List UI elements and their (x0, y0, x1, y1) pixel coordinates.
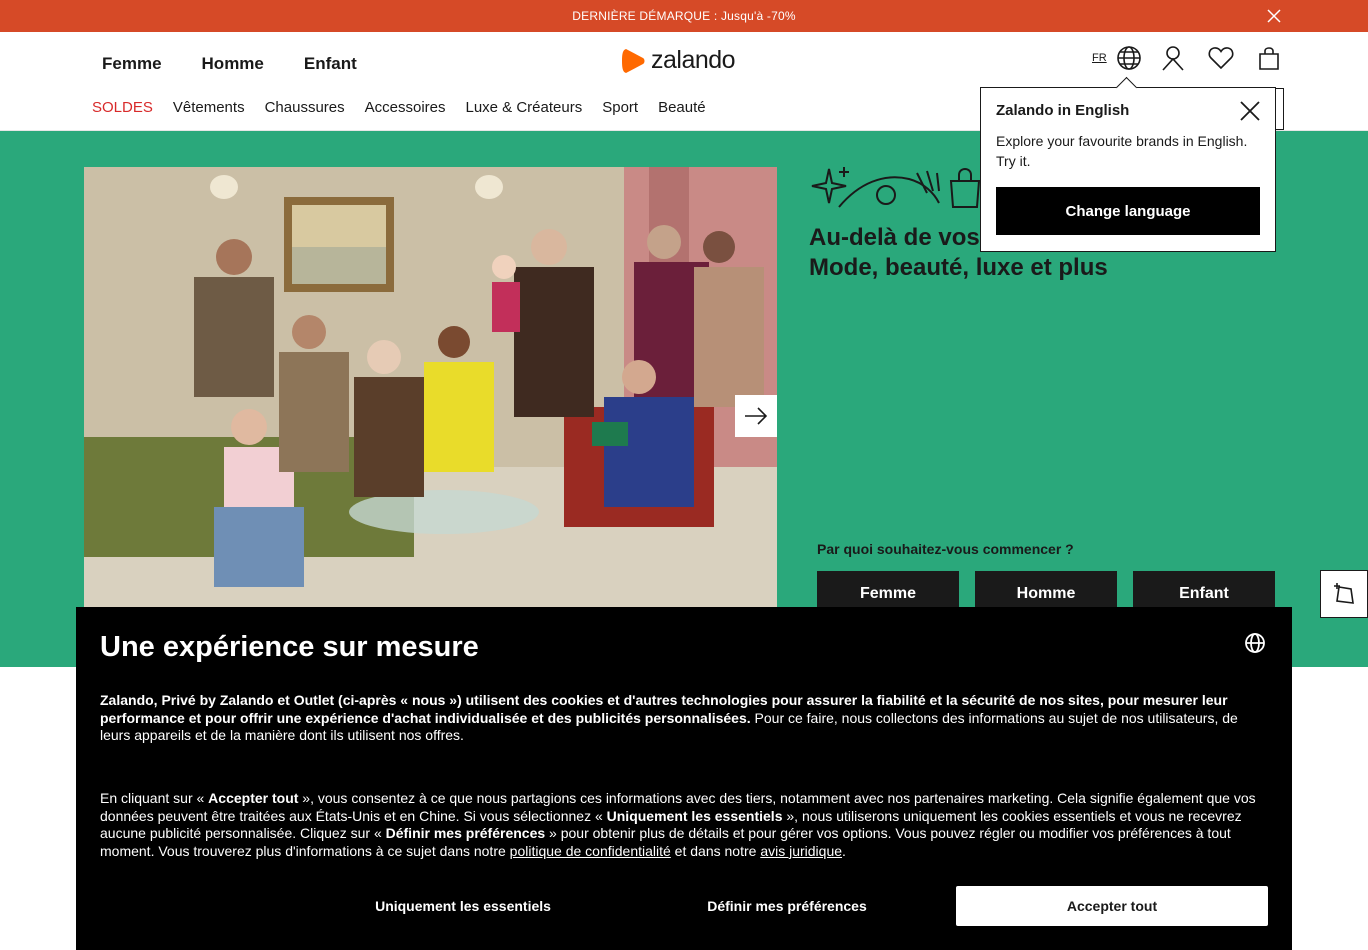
close-icon[interactable] (1266, 8, 1282, 24)
legal-notice-link[interactable]: avis juridique (760, 843, 842, 859)
category-chaussures[interactable]: Chaussures (265, 99, 345, 116)
hero-title-line2: Mode, beauté, luxe et plus (809, 254, 1108, 281)
cookie-text: et dans notre (670, 842, 761, 859)
category-accessoires[interactable]: Accessoires (365, 99, 446, 116)
privacy-policy-link[interactable]: politique de confidentialité (510, 843, 671, 859)
hero-image[interactable] (84, 167, 777, 607)
hero-decoration (809, 163, 989, 216)
gender-nav-enfant[interactable]: Enfant (304, 54, 357, 74)
cookie-details: En cliquant sur « Accepter tout », vous … (100, 790, 1266, 860)
zalando-logo-icon (622, 48, 645, 73)
start-question: Par quoi souhaitez-vous commencer ? (817, 541, 1074, 557)
category-beaute[interactable]: Beauté (658, 99, 706, 116)
carousel-next-button[interactable] (735, 395, 777, 437)
cookie-banner: Une expérience sur mesure Zalando, Privé… (76, 607, 1292, 950)
globe-icon[interactable] (1244, 632, 1266, 654)
essentials-only-button[interactable]: Uniquement les essentiels (308, 886, 618, 926)
cookie-bold: Uniquement les essentiels (606, 807, 783, 824)
side-widget-button[interactable] (1320, 570, 1368, 618)
set-preferences-button[interactable]: Définir mes préférences (632, 886, 942, 926)
sparkle-tag-icon (1334, 583, 1354, 604)
sparkle-icon (811, 167, 981, 208)
category-soldes[interactable]: SOLDES (92, 99, 153, 116)
gender-nav-homme[interactable]: Homme (202, 54, 264, 74)
heart-icon[interactable] (1207, 44, 1235, 72)
promo-banner[interactable]: DERNIÈRE DÉMARQUE : Jusqu'à -70% (0, 0, 1368, 32)
user-icon[interactable] (1159, 44, 1187, 72)
category-sport[interactable]: Sport (602, 99, 638, 116)
zalando-logo[interactable]: zalando (621, 46, 736, 75)
language-code[interactable]: FR (1092, 52, 1107, 64)
cookie-title: Une expérience sur mesure (100, 631, 479, 663)
arrow-right-icon (745, 407, 768, 425)
cookie-bold: Accepter tout (208, 790, 299, 806)
category-nav: SOLDES Vêtements Chaussures Accessoires … (92, 99, 706, 116)
category-luxe[interactable]: Luxe & Créateurs (465, 99, 582, 116)
close-icon[interactable] (1239, 100, 1261, 122)
header-tools: FR (1092, 44, 1283, 72)
cookie-actions: Uniquement les essentiels Définir mes pr… (76, 886, 1292, 926)
category-vetements[interactable]: Vêtements (173, 99, 245, 116)
language-popover: Zalando in English Explore your favourit… (980, 87, 1276, 252)
popover-title: Zalando in English (996, 102, 1130, 119)
globe-icon[interactable] (1115, 44, 1143, 72)
accept-all-button[interactable]: Accepter tout (956, 886, 1268, 926)
cookie-bold: Définir mes préférences (385, 825, 546, 841)
logo-text: zalando (651, 46, 736, 74)
popover-body: Explore your favourite brands in English… (996, 133, 1248, 169)
gender-nav-femme[interactable]: Femme (102, 54, 162, 74)
cookie-text: . (842, 842, 846, 859)
change-language-button[interactable]: Change language (996, 187, 1260, 235)
cookie-text: En cliquant sur « (100, 790, 209, 806)
bag-icon[interactable] (1255, 44, 1283, 72)
gender-nav: Femme Homme Enfant (102, 54, 357, 74)
cookie-intro: Zalando, Privé by Zalando et Outlet (ci-… (100, 692, 1260, 745)
promo-text[interactable]: DERNIÈRE DÉMARQUE : Jusqu'à -70% (572, 9, 795, 23)
